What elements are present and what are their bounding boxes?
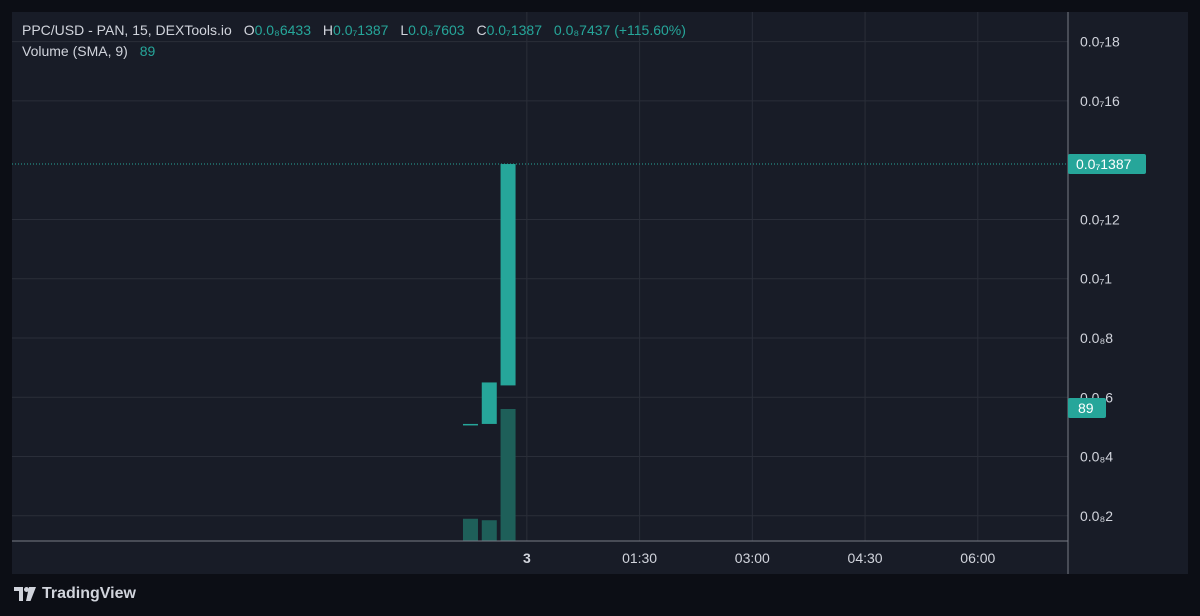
y-tick-label: 0.0₇16 — [1080, 93, 1120, 109]
last-price-label: 0.0₇1387 — [1076, 156, 1132, 172]
x-tick-label: 3 — [523, 550, 531, 566]
tradingview-icon — [14, 587, 36, 601]
close-label: C — [476, 22, 487, 38]
volume-bar[interactable] — [462, 518, 478, 541]
x-tick-label: 01:30 — [622, 550, 657, 566]
time-axis[interactable]: 3 01:30 03:00 04:30 06:00 — [523, 550, 996, 566]
volume-value-label: 89 — [1078, 400, 1094, 416]
volume-label: Volume (SMA, 9) — [22, 43, 128, 59]
volume-tag: 89 — [1068, 398, 1106, 418]
change-value: 0.0₈7437 (+115.60%) — [553, 22, 686, 38]
y-tick-label: 0.0₇18 — [1080, 34, 1120, 50]
x-tick-label: 03:00 — [735, 550, 770, 566]
low-value: 0.0₈7603 — [408, 22, 465, 38]
volume-bar[interactable] — [500, 409, 516, 541]
candle[interactable] — [462, 423, 478, 426]
open-value: 0.0₈6433 — [254, 22, 312, 38]
tradingview-logo[interactable]: TradingView — [14, 585, 136, 603]
y-tick-label: 0.0₈2 — [1080, 508, 1113, 524]
low-label: L — [400, 22, 409, 38]
volume-bars — [462, 409, 516, 541]
candles — [462, 164, 516, 426]
volume-legend[interactable]: Volume (SMA, 9) 89 — [22, 43, 155, 59]
ohlc-legend: PPC/USD - PAN, 15, DEXTools.io O0.0₈6433… — [22, 22, 686, 38]
last-price-tag: 0.0₇1387 — [1068, 154, 1146, 175]
y-tick-label: 0.0₇1 — [1080, 271, 1112, 287]
high-label: H — [322, 22, 334, 38]
symbol-title[interactable]: PPC/USD - PAN, 15, DEXTools.io — [22, 22, 232, 38]
volume-bar[interactable] — [481, 520, 497, 541]
volume-legend-value: 89 — [139, 43, 156, 59]
candle[interactable] — [500, 164, 516, 386]
close-value: 0.0₇1387 — [486, 22, 542, 38]
y-tick-label: 0.0₇12 — [1080, 211, 1120, 227]
price-chart[interactable]: 0.0₈20.0₈40.0₈60.0₈80.0₇10.0₇120.0₇160.0… — [0, 0, 1200, 616]
open-label: O — [243, 22, 255, 38]
grid — [12, 12, 1068, 541]
brand-name: TradingView — [42, 585, 136, 602]
price-axis[interactable]: 0.0₈20.0₈40.0₈60.0₈80.0₇10.0₇120.0₇160.0… — [1080, 34, 1120, 524]
y-tick-label: 0.0₈4 — [1080, 449, 1113, 465]
high-value: 0.0₇1387 — [333, 22, 389, 38]
candle[interactable] — [481, 382, 497, 424]
y-tick-label: 0.0₈8 — [1080, 330, 1113, 346]
x-tick-label: 04:30 — [848, 550, 883, 566]
x-tick-label: 06:00 — [960, 550, 995, 566]
